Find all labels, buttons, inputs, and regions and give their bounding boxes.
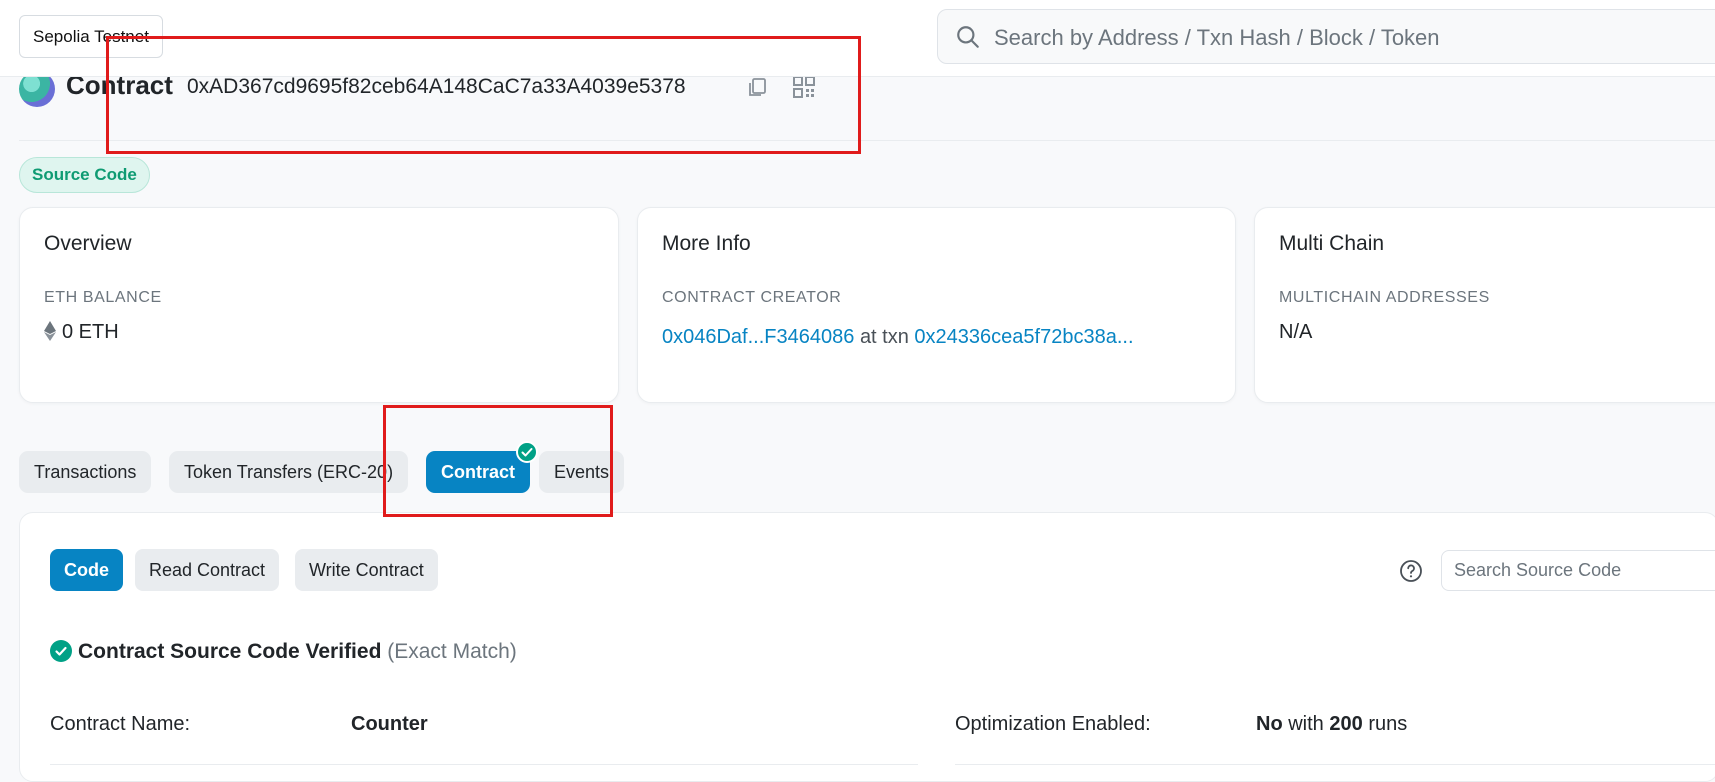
verification-status: Contract Source Code Verified (Exact Mat… bbox=[50, 640, 517, 664]
verified-title: Contract Source Code Verified bbox=[78, 640, 382, 663]
top-bar: Sepolia Testnet Search by Address / Txn … bbox=[0, 0, 1715, 77]
overview-card: Overview ETH BALANCE 0 ETH bbox=[19, 207, 619, 403]
at-txn-text: at txn bbox=[859, 326, 909, 348]
more-info-title: More Info bbox=[662, 232, 751, 255]
ethereum-icon bbox=[44, 321, 56, 341]
match-type: (Exact Match) bbox=[387, 640, 517, 663]
contract-creator-value: 0x046Daf...F3464086 at txn 0x24336cea5f7… bbox=[662, 326, 1134, 349]
qr-code-icon[interactable] bbox=[792, 75, 816, 99]
tab-events[interactable]: Events bbox=[539, 451, 625, 493]
header-divider bbox=[19, 140, 1715, 141]
contract-address: 0xAD367cd9695f82ceb64A148CaC7a33A4039e53… bbox=[187, 75, 686, 98]
eth-balance-value: 0 ETH bbox=[44, 321, 119, 344]
verified-icon bbox=[50, 640, 72, 662]
network-selector[interactable]: Sepolia Testnet bbox=[19, 15, 163, 58]
tab-token-transfers[interactable]: Token Transfers (ERC-20) bbox=[169, 451, 409, 493]
eth-balance-text: 0 ETH bbox=[62, 321, 119, 343]
search-icon bbox=[957, 26, 979, 48]
contract-name-text: Counter bbox=[351, 713, 428, 735]
optimization-runs-value: 200 bbox=[1329, 713, 1363, 735]
more-info-card: More Info CONTRACT CREATOR 0x046Daf...F3… bbox=[637, 207, 1236, 403]
optimization-label: Optimization Enabled: bbox=[955, 713, 1151, 735]
multi-chain-title: Multi Chain bbox=[1279, 232, 1385, 255]
subtab-read-contract[interactable]: Read Contract bbox=[135, 549, 280, 591]
multichain-addresses-label: MULTICHAIN ADDRESSES bbox=[1279, 289, 1490, 306]
contract-creator-label: CONTRACT CREATOR bbox=[662, 289, 842, 306]
verified-check-icon bbox=[516, 441, 538, 463]
row-divider-right bbox=[955, 764, 1715, 765]
optimization-value: No with 200 runs bbox=[1256, 713, 1407, 736]
overview-title: Overview bbox=[44, 232, 132, 255]
tab-transactions[interactable]: Transactions bbox=[19, 451, 152, 493]
subtab-code[interactable]: Code bbox=[50, 549, 123, 591]
optimization-enabled-value: No bbox=[1256, 713, 1283, 735]
subtab-write-contract[interactable]: Write Contract bbox=[295, 549, 438, 591]
contract-name-value: Counter bbox=[351, 713, 428, 736]
tab-contract[interactable]: Contract bbox=[426, 451, 531, 493]
multi-chain-card: Multi Chain MULTICHAIN ADDRESSES N/A bbox=[1254, 207, 1715, 403]
help-icon[interactable] bbox=[1399, 559, 1423, 583]
row-divider-left bbox=[50, 764, 918, 765]
copy-icon[interactable] bbox=[745, 75, 769, 99]
source-code-search-input[interactable]: Search Source Code bbox=[1441, 550, 1715, 591]
creator-address-link[interactable]: 0x046Daf...F3464086 bbox=[662, 326, 854, 348]
optimization-runs-text: runs bbox=[1368, 713, 1408, 735]
source-code-badge[interactable]: Source Code bbox=[19, 157, 150, 193]
multichain-addresses-value: N/A bbox=[1279, 321, 1313, 343]
eth-balance-label: ETH BALANCE bbox=[44, 289, 162, 306]
contract-name-label: Contract Name: bbox=[50, 713, 191, 735]
search-input[interactable]: Search by Address / Txn Hash / Block / T… bbox=[937, 9, 1715, 64]
optimization-with-text: with bbox=[1288, 713, 1324, 735]
creation-txn-link[interactable]: 0x24336cea5f72bc38a... bbox=[914, 326, 1133, 348]
search-placeholder: Search by Address / Txn Hash / Block / T… bbox=[994, 25, 1440, 50]
